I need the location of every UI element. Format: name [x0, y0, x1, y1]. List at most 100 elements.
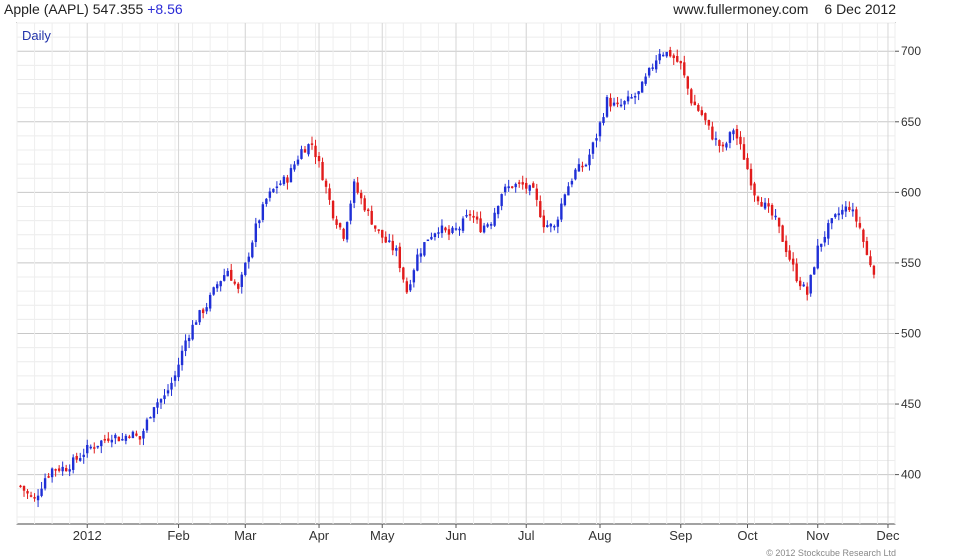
price-chart: 400 450 500 550 600 650 700 2012 Feb Mar Apr May Jun… — [16, 22, 921, 543]
candle-body — [79, 458, 82, 461]
candle-body — [93, 447, 96, 449]
candle-body — [447, 229, 451, 235]
candle-body — [528, 185, 531, 191]
candle-body — [546, 225, 549, 228]
candle-body — [595, 138, 598, 141]
y-tick-label: 450 — [901, 397, 921, 411]
candle-body — [307, 144, 310, 155]
candle-body — [865, 241, 869, 255]
candle-body — [489, 224, 493, 226]
candle-body — [753, 183, 756, 196]
candle-body — [704, 113, 707, 121]
candle-body — [665, 51, 668, 57]
candle-body — [110, 439, 114, 443]
y-tick-label: 400 — [901, 468, 921, 482]
candle-body — [806, 286, 809, 295]
candle-body — [335, 219, 338, 225]
candle-body — [261, 204, 265, 220]
candle-body — [507, 186, 510, 189]
candle-body — [187, 337, 191, 342]
candle-body — [798, 280, 802, 287]
candle-body — [370, 210, 373, 225]
candle-body — [679, 61, 682, 64]
candle-body — [152, 407, 156, 418]
candle-body — [591, 142, 595, 154]
candle-body — [138, 436, 142, 440]
candle-body — [166, 390, 170, 394]
candle-body — [198, 310, 201, 323]
candle-body — [321, 161, 324, 181]
x-tick-label: Dec — [876, 528, 900, 543]
candle-body — [163, 395, 166, 400]
candle-body — [26, 491, 29, 494]
candle-body — [725, 143, 728, 148]
candle-body — [609, 97, 612, 107]
candle-body — [510, 186, 514, 188]
candle-body — [82, 454, 85, 457]
candle-body — [374, 225, 377, 229]
candle-body — [50, 468, 54, 478]
candle-body — [233, 281, 236, 284]
candle-body — [721, 144, 725, 147]
candle-body — [630, 97, 633, 99]
candle-body — [640, 81, 644, 93]
candle-body — [114, 434, 117, 439]
candle-body — [296, 159, 300, 165]
candle-body — [142, 430, 145, 439]
candle-body — [619, 104, 623, 107]
y-tick-label: 700 — [901, 44, 921, 58]
candle-body — [823, 236, 826, 243]
candle-body — [521, 182, 524, 185]
candle-body — [398, 246, 402, 269]
candle-body — [103, 439, 106, 441]
candle-body — [777, 217, 781, 227]
candle-body — [100, 440, 103, 447]
candle-body — [693, 101, 697, 106]
candle-body — [268, 191, 272, 198]
candle-body — [581, 165, 584, 168]
candle-body — [191, 324, 194, 340]
y-tick-label: 500 — [901, 326, 921, 340]
candle-body — [862, 229, 865, 242]
candle-body — [145, 419, 149, 431]
candle-body — [89, 446, 92, 449]
candle-body — [388, 240, 391, 242]
candle-body — [788, 250, 791, 260]
candle-body — [872, 265, 876, 275]
candle-body — [458, 228, 461, 231]
candle-body — [855, 209, 858, 222]
candle-body — [454, 228, 458, 230]
candle-body — [149, 417, 152, 419]
candle-body — [286, 177, 289, 183]
candle-body — [367, 209, 370, 212]
candle-body — [444, 227, 447, 231]
y-tick-label: 650 — [901, 115, 921, 129]
candle-body — [29, 495, 33, 497]
candle-body — [96, 445, 99, 448]
candle-body — [303, 149, 307, 153]
candle-body — [61, 466, 64, 472]
copyright-notice: © 2012 Stockcube Research Ltd — [766, 548, 896, 558]
candle-body — [651, 67, 654, 69]
candle-body — [623, 100, 626, 105]
candle-body — [711, 126, 714, 140]
candle-body — [869, 256, 872, 266]
candle-body — [672, 55, 675, 59]
x-tick-label: May — [370, 528, 395, 543]
candle-body — [22, 485, 26, 491]
candle-body — [131, 431, 135, 439]
candle-body — [500, 194, 503, 206]
candle-body — [180, 350, 184, 366]
candle-body — [156, 402, 159, 408]
candle-body — [86, 444, 89, 454]
candle-body — [40, 488, 43, 496]
candle-body — [117, 436, 121, 442]
candle-body — [377, 229, 380, 231]
candle-body — [440, 225, 444, 234]
candle-body — [359, 192, 363, 199]
candle-body — [212, 287, 215, 295]
x-tick-label: Sep — [669, 528, 692, 543]
candle-body — [314, 145, 317, 158]
candle-body — [128, 436, 131, 438]
candle-body — [391, 240, 394, 251]
